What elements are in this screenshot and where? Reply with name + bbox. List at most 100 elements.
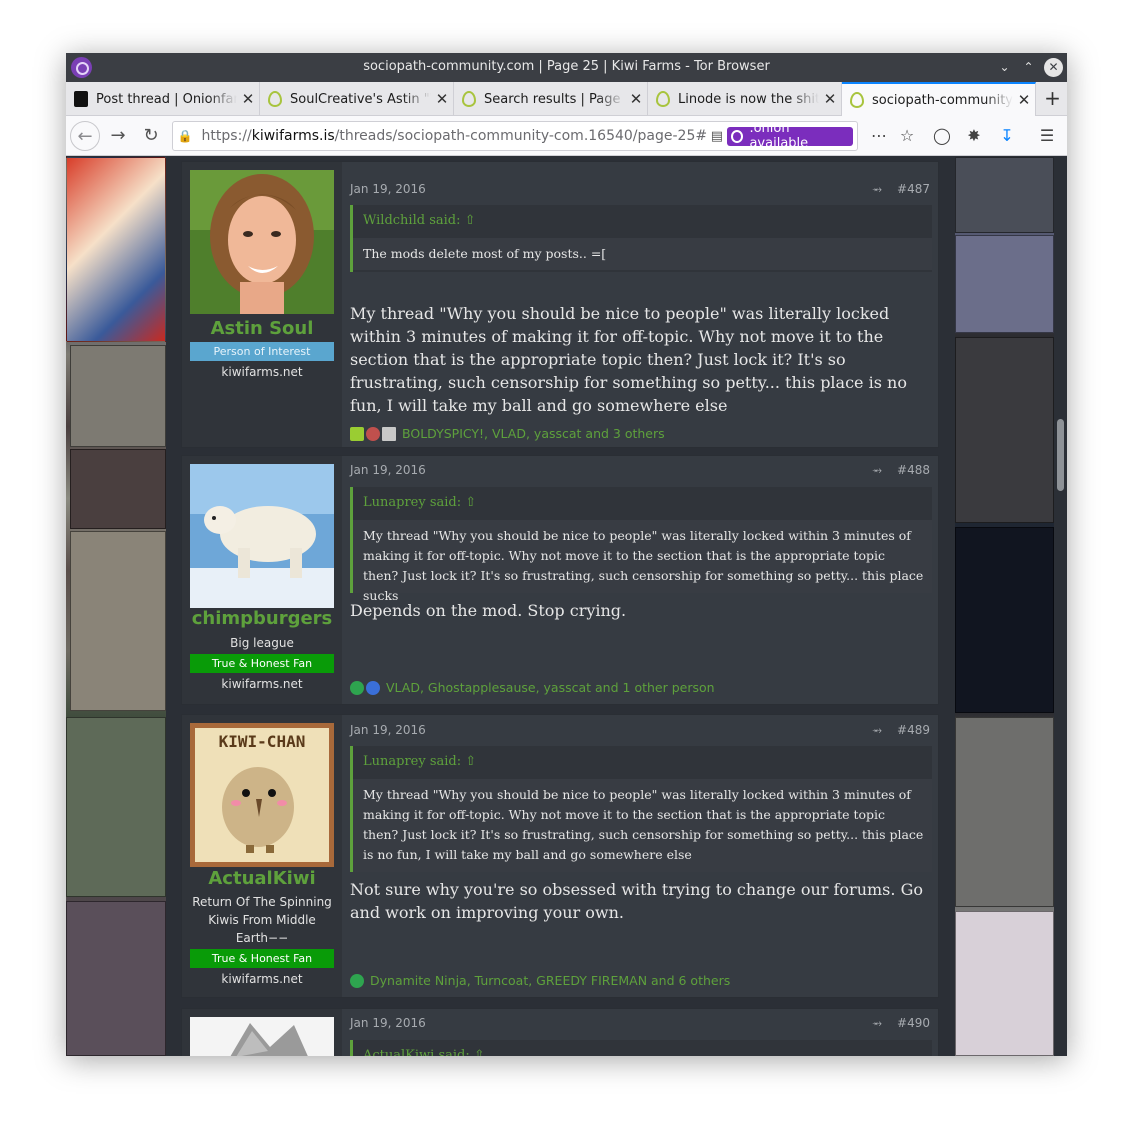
- user-info: [182, 1009, 342, 1056]
- forward-arrow-icon[interactable]: →: [103, 121, 133, 151]
- post-date[interactable]: Jan 19, 2016: [350, 1016, 426, 1030]
- bookmark-star-icon[interactable]: ☆: [893, 121, 921, 151]
- download-icon[interactable]: ↧: [993, 121, 1021, 151]
- jump-to-quote-icon[interactable]: ⇧: [465, 495, 476, 510]
- close-tab-icon[interactable]: ✕: [237, 90, 259, 108]
- post-number[interactable]: #487: [897, 182, 930, 196]
- post-meta: Jan 19, 2016 ⥇ #489: [350, 723, 930, 737]
- more-actions-icon[interactable]: ⋯: [865, 121, 893, 151]
- quote-author-label: ActualKiwi said:: [363, 1048, 470, 1056]
- user-banner: True & Honest Fan: [190, 654, 334, 673]
- page-content[interactable]: Astin Soul Person of Interest kiwifarms.…: [66, 157, 1067, 1056]
- back-arrow-icon[interactable]: ←: [70, 121, 100, 151]
- share-icon[interactable]: ⥇: [872, 723, 882, 738]
- reactions-list[interactable]: BOLDYSPICY!, VLAD, yasscat and 3 others: [402, 426, 665, 441]
- post-body: Depends on the mod. Stop crying.: [350, 601, 627, 620]
- jump-to-quote-icon[interactable]: ⇧: [474, 1048, 485, 1056]
- background-panel: [70, 531, 166, 711]
- shield-icon[interactable]: ◯: [928, 121, 956, 151]
- username[interactable]: Astin Soul: [182, 318, 342, 339]
- background-panel: [955, 911, 1054, 1056]
- quote-author[interactable]: ActualKiwi said: ⇧: [363, 1048, 485, 1056]
- tab-post-thread[interactable]: Post thread | Onionfarms ✕: [66, 82, 260, 116]
- close-tab-icon[interactable]: ✕: [1013, 91, 1035, 109]
- close-window-icon[interactable]: ✕: [1044, 58, 1063, 77]
- quote-text: My thread "Why you should be nice to peo…: [353, 779, 932, 872]
- right-background-art: [955, 157, 1054, 1056]
- close-tab-icon[interactable]: ✕: [625, 90, 647, 108]
- lock-icon[interactable]: 🔒: [175, 129, 196, 143]
- avatar-cat-image: [190, 1017, 334, 1056]
- url-bar[interactable]: 🔒 https://kiwifarms.is/threads/sociopath…: [172, 121, 858, 151]
- scrollbar-thumb[interactable]: [1057, 419, 1064, 491]
- post-date[interactable]: Jan 19, 2016: [350, 723, 426, 737]
- browser-window: sociopath-community.com | Page 25 | Kiwi…: [66, 53, 1067, 1056]
- quote-text: The mods delete most of my posts.. =[: [353, 238, 932, 270]
- reactions-list[interactable]: Dynamite Ninja, Turncoat, GREEDY FIREMAN…: [370, 973, 730, 988]
- quote-author[interactable]: Lunaprey said: ⇧: [363, 754, 476, 769]
- avatar[interactable]: [190, 464, 334, 608]
- user-info: chimpburgers Big league True & Honest Fa…: [182, 456, 342, 704]
- post-number[interactable]: #490: [897, 1016, 930, 1030]
- user-banner: Person of Interest: [190, 342, 334, 361]
- background-panel: [955, 527, 1054, 713]
- new-tab-icon[interactable]: +: [1038, 82, 1067, 116]
- background-panel: [70, 345, 166, 447]
- reload-icon[interactable]: ↻: [136, 121, 166, 151]
- share-icon[interactable]: ⥇: [872, 182, 882, 197]
- avatar[interactable]: [190, 1017, 334, 1056]
- url-text[interactable]: https://kiwifarms.is/threads/sociopath-c…: [196, 128, 707, 144]
- quote-author[interactable]: Lunaprey said: ⇧: [363, 495, 476, 510]
- avatar-kiwi-chan-image: KIWI-CHAN: [190, 723, 334, 867]
- navigation-bar: ← → ↻ 🔒 https://kiwifarms.is/threads/soc…: [66, 116, 1067, 156]
- username[interactable]: chimpburgers: [182, 608, 342, 629]
- background-panel: [66, 157, 166, 342]
- avatar[interactable]: [190, 170, 334, 314]
- reader-view-icon[interactable]: ▤: [707, 129, 728, 144]
- new-identity-broom-icon[interactable]: ✸: [960, 121, 988, 151]
- info-reaction-icon: [366, 680, 380, 695]
- maximize-icon[interactable]: ⌃: [1019, 58, 1038, 77]
- hamburger-menu-icon[interactable]: ☰: [1033, 121, 1061, 151]
- kiwi-favicon-icon: [268, 91, 282, 107]
- post-date[interactable]: Jan 19, 2016: [350, 182, 426, 196]
- tab-search-results[interactable]: Search results | Page 2 ✕: [454, 82, 648, 116]
- close-tab-icon[interactable]: ✕: [819, 90, 841, 108]
- tab-sociopath-community[interactable]: sociopath-community.c ✕: [842, 82, 1036, 116]
- user-banner: True & Honest Fan: [190, 949, 334, 968]
- reactions-bar[interactable]: BOLDYSPICY!, VLAD, yasscat and 3 others: [350, 426, 665, 441]
- reactions-bar[interactable]: Dynamite Ninja, Turncoat, GREEDY FIREMAN…: [350, 973, 730, 988]
- share-icon[interactable]: ⥇: [872, 463, 882, 478]
- check-reaction-icon: [350, 973, 364, 988]
- minimize-icon[interactable]: ⌄: [995, 58, 1014, 77]
- reactions-bar[interactable]: VLAD, Ghostapplesause, yasscat and 1 oth…: [350, 680, 715, 695]
- quote-author-label: Wildchild said:: [363, 213, 461, 228]
- username[interactable]: ActualKiwi: [182, 868, 342, 889]
- user-title: Return Of The Spinning Kiwis From Middle…: [192, 895, 332, 945]
- url-path: /threads/sociopath-community-com.16540/p…: [334, 128, 707, 144]
- tab-label: sociopath-community.c: [872, 92, 1013, 108]
- avatar[interactable]: KIWI-CHAN: [190, 723, 334, 867]
- post-date[interactable]: Jan 19, 2016: [350, 463, 426, 477]
- onion-available-button[interactable]: .onion available: [727, 121, 853, 151]
- post-number[interactable]: #489: [897, 723, 930, 737]
- lips-reaction-icon: [366, 426, 380, 441]
- page-scrollbar[interactable]: [1054, 157, 1067, 1056]
- paper-reaction-icon: [382, 426, 396, 441]
- quote-author-label: Lunaprey said:: [363, 495, 462, 510]
- background-panel: [955, 717, 1054, 907]
- tab-linode[interactable]: Linode is now the shitti ✕: [648, 82, 842, 116]
- post-number[interactable]: #488: [897, 463, 930, 477]
- quote-block: Wildchild said: ⇧ The mods delete most o…: [350, 205, 932, 272]
- jump-to-quote-icon[interactable]: ⇧: [465, 213, 476, 228]
- reactions-list[interactable]: VLAD, Ghostapplesause, yasscat and 1 oth…: [386, 680, 715, 695]
- share-icon[interactable]: ⥇: [872, 1016, 882, 1031]
- jump-to-quote-icon[interactable]: ⇧: [465, 754, 476, 769]
- post-488: chimpburgers Big league True & Honest Fa…: [181, 455, 939, 705]
- close-tab-icon[interactable]: ✕: [431, 90, 453, 108]
- background-panel: [955, 157, 1054, 233]
- post-490: Jan 19, 2016 ⥇ #490 ActualKiwi said: ⇧: [181, 1008, 939, 1056]
- background-panel: [66, 901, 166, 1056]
- quote-author[interactable]: Wildchild said: ⇧: [363, 213, 476, 228]
- tab-soulcreative[interactable]: SoulCreative's Astin "V ✕: [260, 82, 454, 116]
